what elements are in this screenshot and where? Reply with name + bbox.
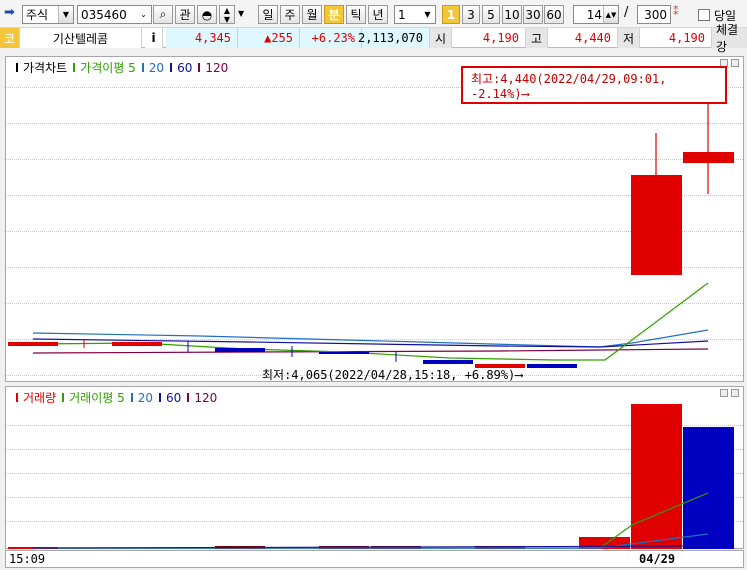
price-ma120-label: 120 — [205, 60, 229, 75]
chevron-down-icon: ▼ — [420, 6, 435, 23]
high-price-annotation: 최고:4,440(2022/04/29,09:01, -2.14%)⟶ — [461, 66, 727, 104]
chevron-down-icon: ▼ — [223, 14, 231, 24]
dock-arrow-icon[interactable]: ➡ — [4, 5, 22, 24]
volume-ma120-label: 120 — [194, 390, 218, 405]
x-axis-start-label: 15:09 — [9, 552, 46, 566]
favorite-button[interactable]: 관 — [175, 5, 195, 24]
x-axis-date-label: 04/29 — [639, 552, 676, 566]
interval-1-button[interactable]: 1 — [442, 5, 460, 24]
stepper-dropdown-icon[interactable]: ▼ — [238, 9, 248, 28]
price-ma60-label: 60 — [177, 60, 193, 75]
stock-code-value: 035460 — [81, 7, 127, 22]
stock-info-button[interactable]: ◓ — [197, 5, 217, 24]
open-label: 시 — [430, 28, 452, 48]
view-count-value: 14 — [586, 7, 602, 22]
volume-legend-title: 거래량 — [23, 391, 57, 405]
period-year-button[interactable]: 년 — [368, 5, 388, 24]
period-tick-button[interactable]: 틱 — [346, 5, 366, 24]
total-count-input[interactable]: 300 — [637, 5, 671, 24]
period-minute-button[interactable]: 분 — [324, 5, 344, 24]
interval-10-button[interactable]: 10 — [502, 5, 522, 24]
code-badge: 코 — [0, 28, 20, 48]
high-annotation-text: 최고:4,440(2022/04/29,09:01, -2.14%)⟶ — [471, 71, 667, 101]
low-price-annotation: 최저:4,065(2022/04/28,15:18, +6.89%)⟶ — [262, 368, 523, 382]
price-change: ▲255 — [238, 28, 300, 48]
quote-bar: 코 기산텔레콤 i 4,345 ▲255 +6.23% 2,113,070 시 … — [0, 23, 747, 54]
low-price: 4,190 — [640, 28, 712, 48]
period-month-button[interactable]: 월 — [302, 5, 322, 24]
close-icon[interactable] — [731, 389, 739, 397]
interval-3-button[interactable]: 3 — [462, 5, 480, 24]
market-type-value: 주식 — [26, 8, 49, 22]
interval-select[interactable]: 1 ▼ — [394, 5, 436, 24]
zoom-icon[interactable]: ⁑ — [673, 5, 689, 24]
search-button[interactable]: ⌕ — [153, 5, 173, 24]
same-day-checkbox[interactable] — [698, 9, 710, 21]
slash-separator: / — [624, 5, 629, 20]
price-ma20-label: 20 — [148, 60, 165, 75]
period-day-button[interactable]: 일 — [258, 5, 278, 24]
chevron-up-icon: ▲ — [223, 5, 231, 15]
high-price: 4,440 — [548, 28, 618, 48]
price-legend-title: 가격차트 — [23, 61, 68, 75]
period-week-button[interactable]: 주 — [280, 5, 300, 24]
total-count-value: 300 — [644, 7, 667, 22]
chevron-down-icon: ⌄ — [136, 6, 151, 23]
volume: 2,113,070 — [358, 28, 430, 48]
current-price: 4,345 — [166, 28, 238, 48]
price-chart-panel[interactable]: 가격차트 가격이평 5 20 60 120 — [5, 56, 744, 382]
volume-ma20-label: 20 — [137, 390, 154, 405]
change-rate: +6.23% — [300, 28, 362, 48]
high-label: 고 — [526, 28, 548, 48]
interval-value: 1 — [398, 7, 406, 22]
open-price: 4,190 — [452, 28, 526, 48]
search-icon: ⌕ — [159, 7, 167, 21]
trade-strength-label: 체결강 — [712, 23, 747, 54]
stock-name[interactable]: 기산텔레콤 — [20, 28, 142, 48]
info-button[interactable]: i — [145, 28, 163, 48]
minimize-icon[interactable] — [720, 389, 728, 397]
interval-30-button[interactable]: 30 — [523, 5, 543, 24]
chevron-down-icon: ▼ — [58, 6, 73, 23]
low-label: 저 — [618, 28, 640, 48]
price-ma5-label: 가격이평 5 — [80, 61, 136, 75]
interval-5-button[interactable]: 5 — [482, 5, 500, 24]
bell-icon: ◓ — [201, 7, 213, 22]
volume-ma60-label: 60 — [166, 390, 182, 405]
volume-legend: 거래량 거래이평 5 20 60 120 — [16, 389, 217, 406]
chart-window: ➡ 주식 ▼ 035460 ⌄ ⌕ 관 ◓ ▲ ▼ ▼ 일 주 월 분 틱 년 1… — [0, 0, 747, 570]
toolbar: ➡ 주식 ▼ 035460 ⌄ ⌕ 관 ◓ ▲ ▼ ▼ 일 주 월 분 틱 년 1… — [0, 0, 747, 28]
spin-icon: ▲▼ — [603, 6, 618, 23]
interval-60-button[interactable]: 60 — [544, 5, 564, 24]
price-legend: 가격차트 가격이평 5 20 60 120 — [16, 59, 228, 76]
stock-stepper[interactable]: ▲ ▼ — [219, 5, 235, 24]
close-icon[interactable] — [731, 59, 739, 67]
x-axis: 15:09 04/29 — [5, 550, 744, 568]
market-type-select[interactable]: 주식 ▼ — [22, 5, 74, 24]
volume-panel-controls[interactable] — [720, 389, 739, 397]
stock-code-input[interactable]: 035460 ⌄ — [77, 5, 152, 24]
view-count-stepper[interactable]: 14 ▲▼ — [573, 5, 619, 24]
volume-ma5-label: 거래이평 5 — [69, 391, 125, 405]
volume-chart-panel[interactable]: 거래량 거래이평 5 20 60 120 — [5, 386, 744, 549]
